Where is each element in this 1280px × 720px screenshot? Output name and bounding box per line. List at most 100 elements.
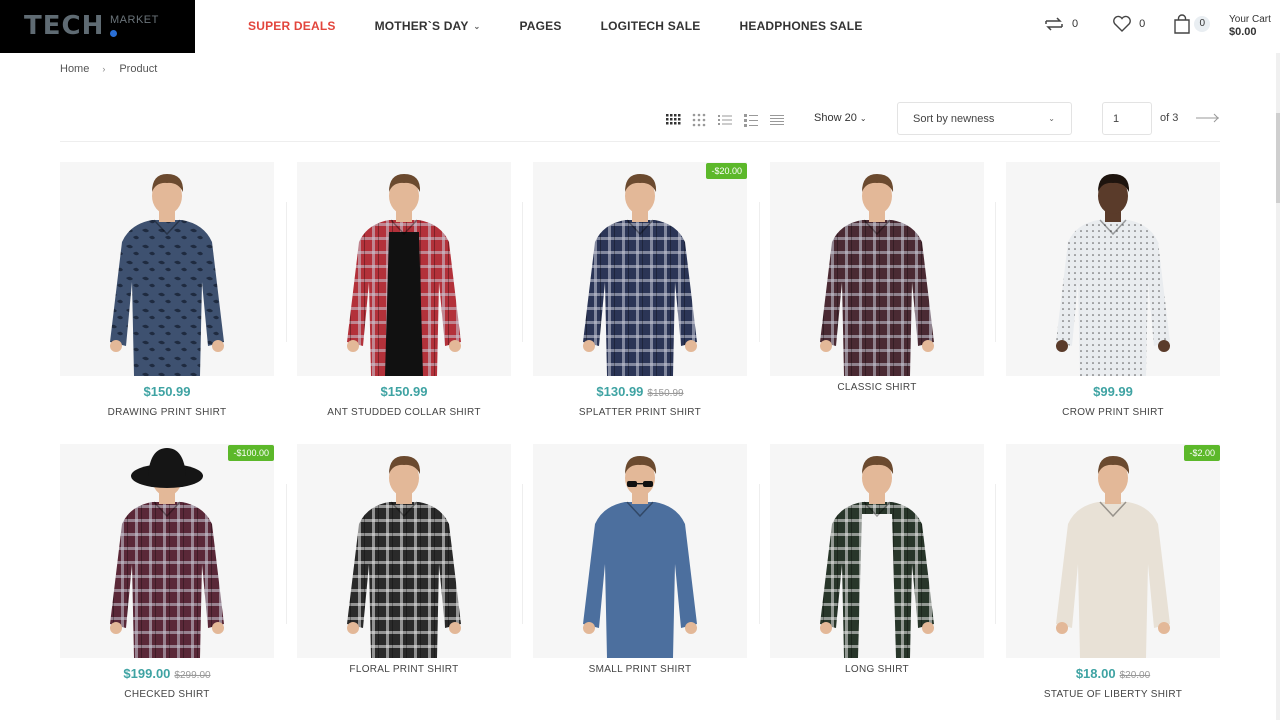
cart-label: Your Cart: [1229, 14, 1271, 25]
product-image[interactable]: [770, 444, 984, 658]
product-card[interactable]: CLASSIC SHIRT: [770, 162, 984, 393]
product-card[interactable]: $99.99 CROW PRINT SHIRT: [1006, 162, 1220, 418]
shop-toolbar: Show 20 ⌄ Sort by newness ⌄ of 3: [60, 102, 1220, 142]
cart-total: $0.00: [1229, 26, 1257, 38]
product-image[interactable]: [297, 444, 511, 658]
product-image[interactable]: [533, 162, 747, 376]
discount-badge: -$2.00: [1184, 445, 1220, 461]
heart-icon: [1113, 15, 1132, 32]
product-card[interactable]: -$20.00 $130.99 $150.99 SPLATTER PRINT SHIR…: [533, 162, 747, 418]
product-card[interactable]: $150.99 DRAWING PRINT SHIRT: [60, 162, 274, 418]
discount-badge: -$20.00: [706, 163, 747, 179]
arrow-right-icon[interactable]: [1195, 111, 1221, 125]
model-photo: [297, 444, 511, 658]
breadcrumb-home[interactable]: Home: [60, 63, 89, 75]
show-per-page-select[interactable]: Show 20 ⌄: [814, 112, 867, 124]
compare-count: 0: [1072, 18, 1079, 30]
product-image[interactable]: [1006, 162, 1220, 376]
column-divider: [286, 202, 287, 342]
nav-mothers-day[interactable]: MOTHER`S DAY ⌄: [375, 19, 481, 33]
product-card[interactable]: $150.99 ANT STUDDED COLLAR SHIRT: [297, 162, 511, 418]
grid-view-large-button[interactable]: [691, 112, 707, 128]
product-price: $150.99: [143, 384, 191, 399]
model-photo: [533, 162, 747, 376]
logo[interactable]: TECH MARKET: [0, 0, 195, 53]
compare-button[interactable]: 0: [1043, 14, 1078, 34]
product-name[interactable]: ANT STUDDED COLLAR SHIRT: [297, 407, 511, 418]
product-name[interactable]: DRAWING PRINT SHIRT: [60, 407, 274, 418]
model-photo: [770, 444, 984, 658]
product-image[interactable]: [60, 444, 274, 658]
nav-label: PAGES: [519, 19, 562, 33]
old-price: $20.00: [1119, 670, 1151, 681]
nav-label: LOGITECH SALE: [600, 19, 701, 33]
product-image[interactable]: [297, 162, 511, 376]
product-card[interactable]: -$2.00 $18.00 $20.00 STATUE OF LIBERTY SHIR…: [1006, 444, 1220, 700]
list-icon: [718, 115, 732, 125]
column-divider: [995, 484, 996, 624]
scrollbar-thumb[interactable]: [1276, 113, 1280, 203]
cart-button[interactable]: 0: [1173, 14, 1211, 34]
product-image[interactable]: [1006, 444, 1220, 658]
breadcrumb-current: Product: [119, 63, 158, 75]
list-detail-icon: [744, 114, 758, 127]
wishlist-count: 0: [1139, 18, 1146, 30]
lines-icon: [770, 115, 784, 125]
chevron-down-icon: ⌄: [473, 21, 481, 31]
product-name[interactable]: FLORAL PRINT SHIRT: [297, 664, 511, 675]
wishlist-button[interactable]: 0: [1112, 15, 1145, 33]
sort-label: Sort by newness: [913, 113, 995, 125]
list-view-button[interactable]: [717, 112, 733, 128]
product-image[interactable]: [60, 162, 274, 376]
logo-subtext: MARKET: [110, 14, 159, 26]
product-price: $130.99: [596, 384, 644, 399]
bag-icon: [1174, 14, 1190, 34]
product-image[interactable]: [533, 444, 747, 658]
compact-list-view-button[interactable]: [769, 112, 785, 128]
old-price: $150.99: [647, 388, 684, 399]
grid-dense-icon: [666, 114, 681, 125]
product-image[interactable]: [770, 162, 984, 376]
nav-label: SUPER DEALS: [248, 19, 336, 33]
cart-summary[interactable]: Your Cart $0.00: [1229, 13, 1271, 39]
scrollbar[interactable]: [1276, 53, 1280, 720]
grid-view-button[interactable]: [665, 112, 681, 128]
price-row: $199.00 $299.00: [60, 666, 274, 682]
product-card[interactable]: -$100.00 $199.00 $299.00 CHECKED SHIRT: [60, 444, 274, 700]
cart-count-badge: 0: [1194, 16, 1211, 32]
product-name[interactable]: CHECKED SHIRT: [60, 689, 274, 700]
price-row: $150.99: [297, 384, 511, 400]
nav-label: MOTHER`S DAY: [374, 19, 469, 33]
nav-logitech-sale[interactable]: LOGITECH SALE: [601, 19, 701, 33]
product-card[interactable]: FLORAL PRINT SHIRT: [297, 444, 511, 675]
product-price: $150.99: [380, 384, 428, 399]
product-name[interactable]: LONG SHIRT: [770, 664, 984, 675]
column-divider: [759, 202, 760, 342]
breadcrumb: Home › Product: [60, 63, 157, 75]
page-number-input[interactable]: [1102, 102, 1152, 135]
model-photo: [60, 162, 274, 376]
model-photo: [1006, 162, 1220, 376]
old-price: $299.00: [174, 670, 211, 681]
nav-label: HEADPHONES SALE: [739, 19, 863, 33]
sort-select[interactable]: Sort by newness ⌄: [897, 102, 1072, 135]
product-card[interactable]: SMALL PRINT SHIRT: [533, 444, 747, 675]
model-photo: [533, 444, 747, 658]
product-card[interactable]: LONG SHIRT: [770, 444, 984, 675]
product-name[interactable]: SMALL PRINT SHIRT: [533, 664, 747, 675]
page-total-label: of 3: [1160, 112, 1179, 124]
product-name[interactable]: STATUE OF LIBERTY SHIRT: [1006, 689, 1220, 700]
header-icons: 0 0 0: [1040, 14, 1211, 34]
price-row: $130.99 $150.99: [533, 384, 747, 400]
nav-super-deals[interactable]: SUPER DEALS: [248, 19, 336, 33]
logo-dot: [110, 30, 117, 37]
nav-pages[interactable]: PAGES: [519, 19, 561, 33]
nav-headphones-sale[interactable]: HEADPHONES SALE: [740, 19, 863, 33]
model-photo: [60, 444, 274, 658]
product-name[interactable]: CROW PRINT SHIRT: [1006, 407, 1220, 418]
product-name[interactable]: SPLATTER PRINT SHIRT: [533, 407, 747, 418]
column-divider: [995, 202, 996, 342]
product-name[interactable]: CLASSIC SHIRT: [770, 382, 984, 393]
grid-icon: [692, 113, 706, 127]
list-small-view-button[interactable]: [743, 112, 759, 128]
